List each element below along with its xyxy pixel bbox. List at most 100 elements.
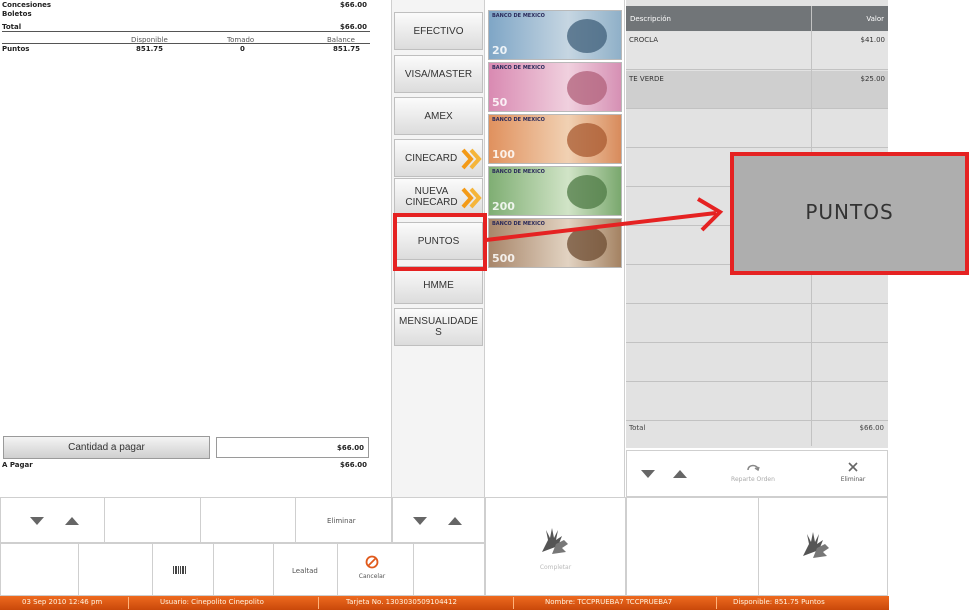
divider xyxy=(78,544,79,595)
table-row-empty xyxy=(626,383,888,421)
bill-50[interactable]: BANCO DE MEXICO 50 xyxy=(488,62,622,112)
row-value: $25.00 xyxy=(860,75,886,83)
cantidad-input[interactable]: $66.00 xyxy=(216,437,369,458)
total-label: Total xyxy=(2,23,22,31)
reparte-label: Reparte Orden xyxy=(731,476,775,483)
status-tarjeta: Tarjeta No. 1303030509104412 xyxy=(346,598,457,606)
table-row-empty xyxy=(626,344,888,382)
nueva-cinecard-button[interactable]: NUEVA CINECARD xyxy=(394,178,483,216)
barcode-icon[interactable] xyxy=(173,566,187,574)
status-disponible: Disponible: 851.75 Puntos xyxy=(733,598,825,606)
bill-amount: 100 xyxy=(492,148,515,161)
hmme-label: HMME xyxy=(423,279,454,291)
divider xyxy=(295,498,296,542)
bill-100[interactable]: BANCO DE MEXICO 100 xyxy=(488,114,622,164)
divider xyxy=(337,544,338,595)
divider xyxy=(716,597,717,609)
bill-amount: 50 xyxy=(492,96,508,109)
visa-master-label: VISA/MASTER xyxy=(404,68,473,80)
scroll-down-icon[interactable] xyxy=(641,470,655,478)
cancelar-label: Cancelar xyxy=(358,573,386,580)
puntos-highlight-box xyxy=(393,213,487,271)
split-icon xyxy=(747,464,760,472)
delete-icon xyxy=(848,462,858,472)
table-eliminar-label: Eliminar xyxy=(840,476,866,483)
row-desc: TE VERDE xyxy=(629,75,664,83)
col-descripcion-header: Descripción xyxy=(626,6,811,31)
completar-button[interactable]: Completar xyxy=(485,497,626,596)
hmme-button[interactable]: HMME xyxy=(394,266,483,304)
chevron-right-icon xyxy=(461,148,482,170)
payment-summary-panel: Concesiones $66.00 Boletos Total $66.00 … xyxy=(0,0,392,497)
portrait-icon xyxy=(567,123,607,157)
portrait-icon xyxy=(567,19,607,53)
divider xyxy=(213,544,214,595)
col-valor-header: Valor xyxy=(812,6,888,31)
hands-icon[interactable] xyxy=(799,530,833,560)
table-eliminar-button[interactable]: Eliminar xyxy=(823,457,883,491)
eliminar-button[interactable]: Eliminar xyxy=(327,517,356,525)
concesiones-value: $66.00 xyxy=(340,1,368,9)
puntos-callout: PUNTOS xyxy=(730,152,969,275)
status-nombre: Nombre: TCCPRUEBA7 TCCPRUEBA7 xyxy=(545,598,673,606)
scroll-down-icon[interactable] xyxy=(413,517,427,525)
puntos-disponible: 851.75 xyxy=(136,45,164,53)
divider xyxy=(758,498,759,595)
cantidad-value: $66.00 xyxy=(336,444,364,452)
bill-amount: 500 xyxy=(492,252,515,265)
efectivo-label: EFECTIVO xyxy=(413,25,464,37)
puntos-label: Puntos xyxy=(2,45,30,53)
bill-amount: 20 xyxy=(492,44,508,57)
cinecard-button[interactable]: CINECARD xyxy=(394,139,483,177)
mensualidades-label: MENSUALIDADES xyxy=(399,316,478,338)
bill-header: BANCO DE MEXICO xyxy=(492,117,545,123)
status-bar: 03 Sep 2010 12:46 pm Usuario: Cinepolito… xyxy=(0,596,889,610)
secondary-action-panel xyxy=(626,497,888,596)
pos-payment-screen: Concesiones $66.00 Boletos Total $66.00 … xyxy=(0,0,969,610)
bill-header: BANCO DE MEXICO xyxy=(492,65,545,71)
table-row[interactable]: TE VERDE $25.00 xyxy=(626,71,888,109)
chevron-right-icon xyxy=(461,187,482,209)
total-value: $66.00 xyxy=(340,23,368,31)
puntos-balance: 851.75 xyxy=(333,45,361,53)
a-pagar-label: A Pagar xyxy=(2,461,33,469)
bill-header: BANCO DE MEXICO xyxy=(492,13,545,19)
portrait-icon xyxy=(567,71,607,105)
col-balance: Balance xyxy=(327,36,355,44)
table-total-value: $66.00 xyxy=(859,424,885,432)
efectivo-button[interactable]: EFECTIVO xyxy=(394,12,483,50)
row-desc: CROCLA xyxy=(629,36,658,44)
scroll-up-icon[interactable] xyxy=(448,517,462,525)
scroll-up-icon[interactable] xyxy=(65,517,79,525)
col-disponible: Disponible xyxy=(131,36,168,44)
table-controls: Reparte Orden Eliminar xyxy=(626,450,888,497)
cancelar-button[interactable]: Cancelar xyxy=(347,554,397,588)
reparte-orden-button[interactable]: Reparte Orden xyxy=(723,457,783,491)
col-descripcion: Descripción xyxy=(630,14,671,23)
scroll-down-icon[interactable] xyxy=(30,517,44,525)
table-row-empty xyxy=(626,305,888,343)
bill-20[interactable]: BANCO DE MEXICO 20 xyxy=(488,10,622,60)
action-controls-row: Lealtad Cancelar xyxy=(0,543,485,596)
cantidad-a-pagar-button[interactable]: Cantidad a pagar xyxy=(3,436,210,459)
table-total-label: Total xyxy=(629,424,646,432)
hands-icon xyxy=(542,528,568,554)
nueva-cinecard-label: NUEVA CINECARD xyxy=(405,186,458,208)
cancel-icon xyxy=(365,555,379,569)
mensualidades-button[interactable]: MENSUALIDADES xyxy=(394,308,483,346)
visa-master-button[interactable]: VISA/MASTER xyxy=(394,55,483,93)
callout-arrow-icon xyxy=(485,197,724,242)
lealtad-button[interactable]: Lealtad xyxy=(292,567,318,575)
table-row-empty xyxy=(626,110,888,148)
row-value: $41.00 xyxy=(860,36,886,44)
cinecard-label: CINECARD xyxy=(405,152,458,164)
table-row[interactable]: CROCLA $41.00 xyxy=(626,32,888,70)
divider xyxy=(2,31,370,32)
a-pagar-value: $66.00 xyxy=(340,461,368,469)
nav-controls-row: Eliminar xyxy=(0,497,392,543)
divider xyxy=(200,498,201,542)
scroll-up-icon[interactable] xyxy=(673,470,687,478)
col-tomado: Tomado xyxy=(227,36,255,44)
amex-button[interactable]: AMEX xyxy=(394,97,483,135)
divider xyxy=(413,544,414,595)
